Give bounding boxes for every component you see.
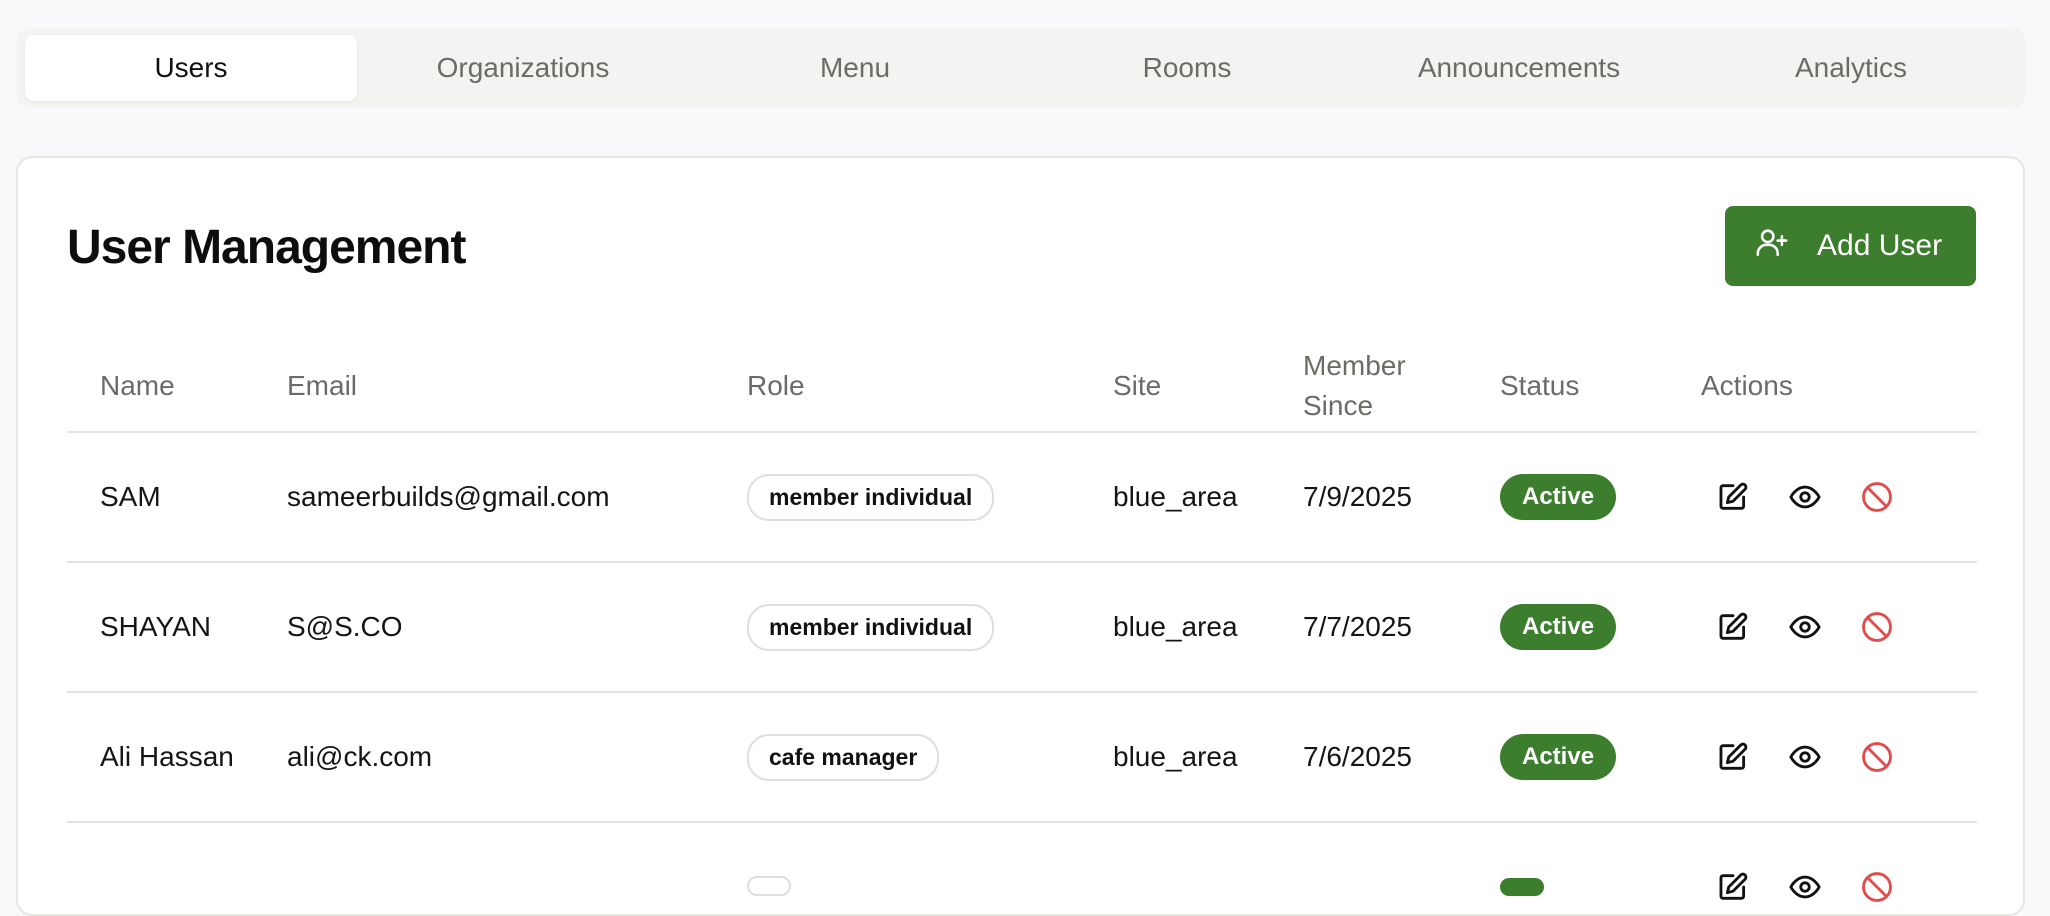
tab-rooms[interactable]: Rooms <box>1021 35 1353 101</box>
edit-icon[interactable] <box>1716 610 1750 644</box>
header-status[interactable]: Status <box>1500 340 1701 433</box>
cell-member-since: 7/9/2025 <box>1303 432 1500 563</box>
role-badge: member individual <box>747 473 995 521</box>
cell-name: SHAYAN <box>67 562 287 693</box>
edit-icon[interactable] <box>1716 870 1750 904</box>
ban-icon[interactable] <box>1860 610 1894 644</box>
cell-role: member individual <box>747 432 1113 563</box>
cell-email <box>287 822 747 914</box>
cell-role <box>747 822 1113 914</box>
add-user-label: Add User <box>1817 229 1943 262</box>
row-actions <box>1701 740 1977 774</box>
cell-actions <box>1701 822 1977 914</box>
header-member-since-line1: Member <box>1303 349 1406 381</box>
table-header-row: Name Email Role Site Member Since Status… <box>67 340 1977 433</box>
edit-icon[interactable] <box>1716 740 1750 774</box>
role-badge: member individual <box>747 603 995 651</box>
page-title: User Management <box>67 221 466 274</box>
header-email[interactable]: Email <box>287 340 747 433</box>
cell-member-since: 7/6/2025 <box>1303 692 1500 823</box>
cell-actions <box>1701 562 1977 693</box>
users-table: Name Email Role Site Member Since Status… <box>67 340 1977 914</box>
table-row[interactable]: Ali Hassan ali@ck.com cafe manager blue_… <box>67 692 1977 823</box>
tab-users[interactable]: Users <box>25 35 357 101</box>
role-badge <box>747 876 791 896</box>
cell-name: SAM <box>67 432 287 563</box>
header-member-since-line2: Since <box>1303 389 1374 421</box>
cell-site: blue_area <box>1113 432 1303 563</box>
cell-actions <box>1701 692 1977 823</box>
eye-icon[interactable] <box>1788 480 1822 514</box>
status-badge: Active <box>1500 734 1617 780</box>
tab-organizations[interactable]: Organizations <box>357 35 689 101</box>
header-actions: Actions <box>1701 340 1977 433</box>
table-row[interactable] <box>67 822 1977 914</box>
table-row[interactable]: SAM sameerbuilds@gmail.com member indivi… <box>67 432 1977 563</box>
eye-icon[interactable] <box>1788 870 1822 904</box>
ban-icon[interactable] <box>1860 740 1894 774</box>
cell-site: blue_area <box>1113 562 1303 693</box>
cell-role: cafe manager <box>747 692 1113 823</box>
cell-member-since: 7/7/2025 <box>1303 562 1500 693</box>
add-user-button[interactable]: Add User <box>1725 206 1976 286</box>
cell-role: member individual <box>747 562 1113 693</box>
edit-icon[interactable] <box>1716 480 1750 514</box>
ban-icon[interactable] <box>1860 870 1894 904</box>
role-badge: cafe manager <box>747 733 940 781</box>
status-badge <box>1500 878 1544 896</box>
cell-email: ali@ck.com <box>287 692 747 823</box>
cell-email: S@S.CO <box>287 562 747 693</box>
ban-icon[interactable] <box>1860 480 1894 514</box>
eye-icon[interactable] <box>1788 740 1822 774</box>
cell-status: Active <box>1500 562 1701 693</box>
user-plus-icon <box>1755 225 1789 267</box>
cell-name: Ali Hassan <box>67 692 287 823</box>
header-role[interactable]: Role <box>747 340 1113 433</box>
main-tab-bar: Users Organizations Menu Rooms Announcem… <box>17 28 2025 108</box>
header-member-since[interactable]: Member Since <box>1303 340 1500 433</box>
row-actions <box>1701 870 1977 904</box>
cell-status: Active <box>1500 692 1701 823</box>
tab-menu[interactable]: Menu <box>689 35 1021 101</box>
header-name[interactable]: Name <box>67 340 287 433</box>
header-site[interactable]: Site <box>1113 340 1303 433</box>
table-row[interactable]: SHAYAN S@S.CO member individual blue_are… <box>67 562 1977 693</box>
cell-name <box>67 822 287 914</box>
row-actions <box>1701 610 1977 644</box>
cell-site <box>1113 822 1303 914</box>
cell-site: blue_area <box>1113 692 1303 823</box>
cell-status: Active <box>1500 432 1701 563</box>
cell-actions <box>1701 432 1977 563</box>
eye-icon[interactable] <box>1788 610 1822 644</box>
tab-announcements[interactable]: Announcements <box>1353 35 1685 101</box>
cell-email: sameerbuilds@gmail.com <box>287 432 747 563</box>
row-actions <box>1701 480 1977 514</box>
tab-analytics[interactable]: Analytics <box>1685 35 2017 101</box>
cell-member-since <box>1303 822 1500 914</box>
status-badge: Active <box>1500 604 1617 650</box>
cell-status <box>1500 822 1701 914</box>
status-badge: Active <box>1500 474 1617 520</box>
user-management-card: User Management Add User Name Email Role… <box>16 156 2025 916</box>
